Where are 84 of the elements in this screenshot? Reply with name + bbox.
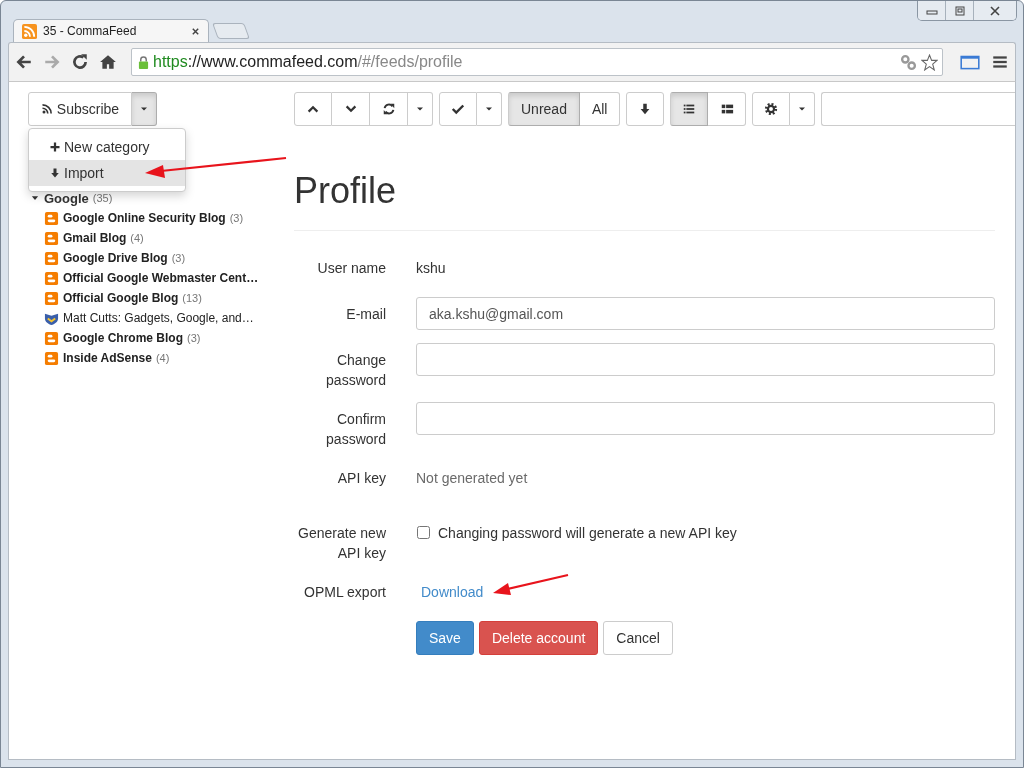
- plus-icon: [49, 141, 61, 153]
- reload-icon[interactable]: [71, 53, 89, 71]
- input-field[interactable]: [416, 343, 995, 376]
- cancel-button[interactable]: Cancel: [603, 621, 673, 655]
- field-label: Generate new API key: [297, 524, 386, 563]
- dropdown-toggle[interactable]: [477, 92, 502, 126]
- forward-icon[interactable]: [43, 53, 61, 71]
- settings-icon: [764, 102, 779, 116]
- blogger-icon: [44, 210, 59, 226]
- refresh-icon: [381, 102, 396, 116]
- back-icon[interactable]: [15, 53, 33, 71]
- category-name[interactable]: Google: [44, 190, 89, 206]
- checkbox-label: Changing password will generate a new API key: [438, 524, 737, 543]
- down-arrow-icon: [49, 167, 61, 179]
- toolbar-button[interactable]: [626, 92, 665, 126]
- maximize-icon[interactable]: [952, 5, 967, 16]
- feed-name[interactable]: Google Drive Blog: [63, 251, 168, 265]
- toolbar-button[interactable]: [708, 92, 747, 126]
- rss-icon: [40, 103, 53, 115]
- blogger-icon: [44, 230, 59, 246]
- save-button[interactable]: Save: [416, 621, 474, 655]
- dropdown-toggle[interactable]: [132, 92, 157, 126]
- unread-count: (4): [155, 352, 170, 364]
- feed-name[interactable]: Gmail Blog: [63, 231, 127, 245]
- lock-icon: [138, 54, 149, 70]
- link-icon[interactable]: [900, 53, 917, 71]
- download-link[interactable]: Download: [416, 575, 489, 602]
- dropdown-toggle[interactable]: [408, 92, 433, 126]
- fullscreen-icon[interactable]: [959, 53, 981, 71]
- field-value: kshu: [416, 259, 446, 278]
- blogger-icon: [44, 350, 59, 366]
- field-label: User name: [316, 259, 386, 278]
- list-icon: [682, 102, 697, 116]
- unread-count: (35): [92, 192, 113, 204]
- close-icon[interactable]: [191, 26, 200, 36]
- star-icon[interactable]: [921, 53, 938, 71]
- thumbnail-list-icon: [720, 102, 734, 116]
- field-label: E-mail: [345, 305, 386, 324]
- feed-name[interactable]: Official Google Webmaster Cent…: [63, 271, 259, 285]
- unread-count: (13): [182, 292, 202, 304]
- toolbar-button[interactable]: [752, 92, 791, 126]
- menu-icon[interactable]: [991, 53, 1009, 71]
- input-field[interactable]: [416, 402, 995, 435]
- toolbar-button[interactable]: [670, 92, 709, 126]
- blogger-icon: [44, 330, 59, 346]
- browser-tab[interactable]: 35 - CommaFeed: [13, 19, 209, 42]
- minimize-button[interactable]: [918, 1, 946, 20]
- field-label: Change password: [325, 351, 386, 390]
- feed-name[interactable]: Inside AdSense: [63, 351, 152, 365]
- address-bar[interactable]: https://www.commafeed.com/#/feeds/profile: [131, 48, 943, 76]
- blogger-icon: [44, 270, 59, 286]
- dropdown-toggle[interactable]: [790, 92, 816, 126]
- feed-name[interactable]: Matt Cutts: Gadgets, Google, and…: [63, 311, 254, 325]
- toolbar-button[interactable]: [370, 92, 408, 126]
- feed-name[interactable]: Google Online Security Blog: [63, 211, 226, 225]
- close-icon[interactable]: [988, 5, 1002, 16]
- subscribe-button[interactable]: Subscribe: [28, 92, 132, 126]
- search-field[interactable]: [821, 92, 1015, 126]
- field-label: API key: [336, 469, 386, 488]
- blogger-icon: [44, 250, 59, 266]
- field-label: Confirm password: [325, 410, 386, 449]
- rss-icon: [22, 23, 37, 39]
- unread-count: (3): [171, 252, 186, 264]
- field-label: OPML export: [303, 583, 386, 602]
- toolbar-button[interactable]: [439, 92, 477, 126]
- feed-name[interactable]: Official Google Blog: [63, 291, 179, 305]
- checkmark-icon: [451, 102, 465, 116]
- unread-count: (3): [229, 212, 244, 224]
- menu-item[interactable]: New category: [29, 134, 185, 160]
- page-title: Profile: [294, 171, 398, 211]
- url-text: https://www.commafeed.com/#/feeds/profile: [153, 53, 464, 71]
- maximize-button[interactable]: [946, 1, 974, 20]
- menu-item[interactable]: Import: [29, 160, 185, 186]
- filter-button[interactable]: All: [579, 92, 621, 126]
- delete-account-button[interactable]: Delete account: [478, 621, 599, 655]
- input-field[interactable]: aka.kshu@gmail.com: [416, 297, 995, 330]
- filter-button[interactable]: Unread: [508, 92, 580, 126]
- unread-count: (3): [187, 332, 201, 344]
- field-value: Not generated yet: [416, 469, 528, 488]
- checkbox[interactable]: [417, 526, 430, 539]
- home-icon[interactable]: [99, 53, 117, 71]
- blogger-icon: [44, 290, 59, 306]
- feed-name[interactable]: Google Chrome Blog: [63, 331, 183, 345]
- unread-count: (4): [130, 232, 144, 244]
